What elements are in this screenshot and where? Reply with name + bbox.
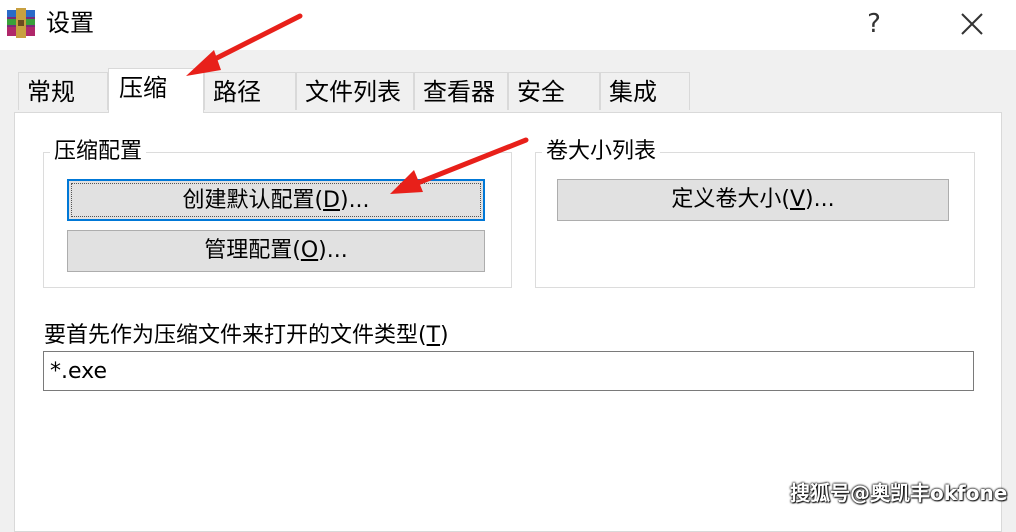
tab-general[interactable]: 常规 [18, 72, 108, 110]
define-volume-sizes-button[interactable]: 定义卷大小(V)... [557, 179, 949, 221]
winrar-icon [7, 8, 35, 38]
title-bar: 设置 ? [0, 0, 1016, 50]
tab-label: 路径 [213, 78, 261, 106]
tab-paths[interactable]: 路径 [204, 72, 296, 110]
tab-label: 集成 [609, 78, 657, 106]
compression-profiles-legend: 压缩配置 [50, 139, 147, 165]
access-key: V [789, 187, 806, 212]
tab-integration[interactable]: 集成 [600, 72, 690, 110]
close-icon[interactable] [950, 6, 994, 42]
tab-file-list[interactable]: 文件列表 [296, 72, 414, 110]
create-default-profile-button[interactable]: 创建默认配置(D)... [67, 179, 485, 221]
focus-rect [71, 183, 481, 217]
help-button[interactable]: ? [852, 6, 896, 42]
volume-sizes-legend: 卷大小列表 [542, 139, 661, 165]
access-key: T [426, 323, 441, 348]
watermark: 搜狐号@奥凯丰okfone [790, 481, 1008, 505]
button-label-suffix: )... [805, 187, 835, 212]
tab-security[interactable]: 安全 [508, 72, 600, 110]
archive-types-input[interactable] [43, 351, 974, 391]
button-label: 定义卷大小( [671, 187, 790, 212]
tab-label: 压缩 [119, 74, 167, 102]
tab-label: 文件列表 [305, 78, 401, 106]
manage-profiles-button[interactable]: 管理配置(O)... [67, 230, 485, 272]
access-key: O [300, 238, 319, 263]
archive-types-label: 要首先作为压缩文件来打开的文件类型(T) [44, 322, 449, 350]
tab-label: 安全 [517, 78, 565, 106]
label-text: 要首先作为压缩文件来打开的文件类型( [44, 323, 427, 348]
label-suffix: ) [440, 323, 449, 348]
tab-viewer[interactable]: 查看器 [414, 72, 508, 110]
window-title: 设置 [46, 9, 94, 37]
tab-compression[interactable]: 压缩 [108, 68, 204, 113]
tab-label: 查看器 [423, 78, 495, 106]
tab-label: 常规 [27, 78, 75, 106]
button-label: 管理配置( [204, 238, 301, 263]
button-label-suffix: )... [318, 238, 348, 263]
